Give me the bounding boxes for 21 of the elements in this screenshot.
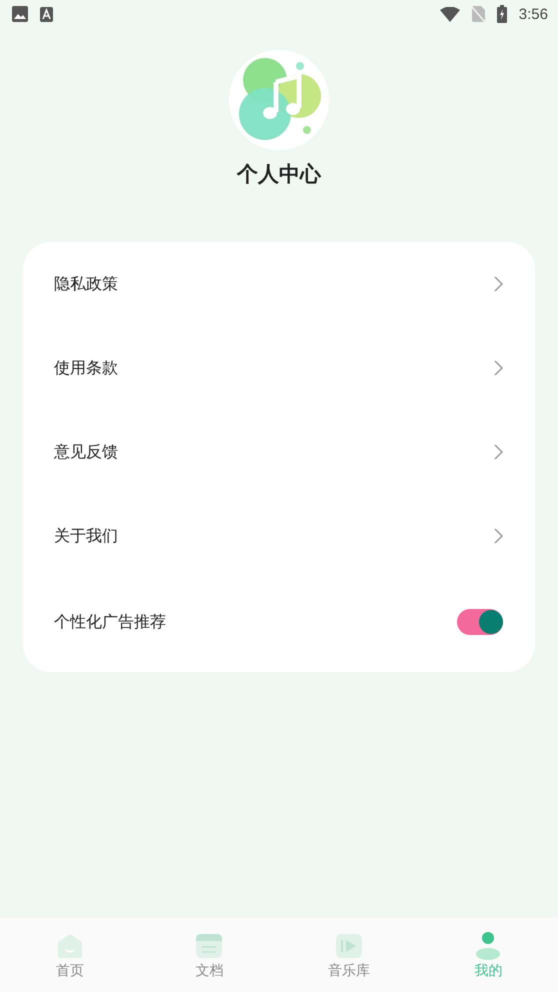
image-icon xyxy=(12,6,28,22)
status-time: 3:56 xyxy=(518,6,548,22)
chevron-icon xyxy=(494,528,503,544)
menu-item[interactable]: 关于我们 xyxy=(23,494,535,578)
font-icon xyxy=(40,6,53,22)
toggle-switch[interactable] xyxy=(457,609,503,635)
play-icon xyxy=(334,932,363,960)
menu-item[interactable]: 使用条款 xyxy=(23,326,535,410)
chevron-icon xyxy=(494,444,503,460)
wifi-icon xyxy=(440,6,460,22)
menu-item[interactable]: 意见反馈 xyxy=(23,410,535,494)
page-title: 个人中心 xyxy=(237,161,321,188)
home-icon xyxy=(56,932,84,960)
menu-item[interactable]: 隐私政策 xyxy=(23,242,535,326)
chevron-icon xyxy=(494,360,503,376)
person-icon xyxy=(474,932,502,960)
document-icon xyxy=(195,932,224,960)
battery-icon xyxy=(496,5,507,23)
chevron-icon xyxy=(494,276,503,292)
no-sim-icon xyxy=(472,6,485,22)
setting-label: 个性化广告推荐 xyxy=(54,612,166,632)
